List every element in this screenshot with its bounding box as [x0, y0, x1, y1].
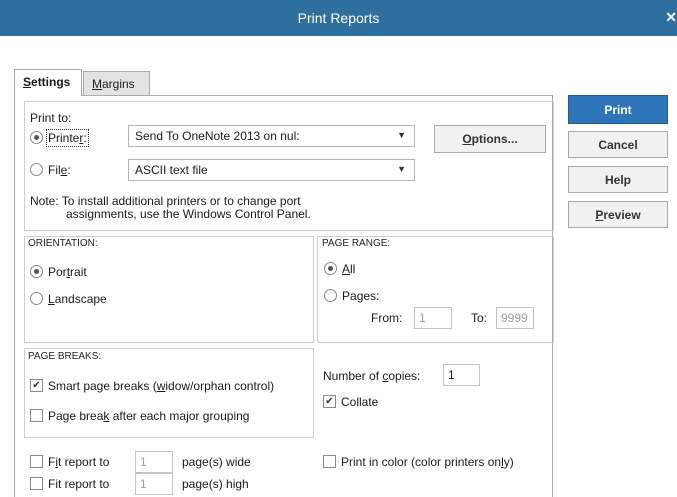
smart-breaks-label: Smart page breaks (widow/orphan control)	[48, 379, 274, 393]
file-select[interactable]: ASCII text file ▼	[128, 159, 415, 181]
portrait-radio[interactable]	[30, 265, 43, 278]
print-color-checkbox[interactable]	[323, 455, 336, 468]
landscape-label: Landscape	[48, 292, 107, 306]
file-label-post: :	[67, 163, 71, 177]
preview-button[interactable]: Preview	[568, 201, 668, 228]
file-select-value: ASCII text file	[135, 163, 208, 177]
preview-rest: review	[603, 207, 641, 222]
cancel-button[interactable]: Cancel	[568, 131, 668, 158]
help-button[interactable]: Help	[568, 166, 668, 193]
landscape-label-post: andscape	[54, 292, 107, 306]
orientation-title: ORIENTATION:	[28, 238, 98, 249]
note-line-1: Note: To install additional printers or …	[30, 194, 301, 208]
page-range-title: PAGE RANGE:	[322, 238, 391, 249]
major-grouping-label: Page break after each major grouping	[48, 409, 249, 423]
fit-wide-label: Fit report to	[48, 455, 109, 469]
smart-breaks-post: idow/orphan control)	[165, 379, 275, 393]
printer-label: Printer:	[46, 129, 89, 147]
printer-label-pre: Printe	[48, 131, 80, 145]
options-rest: ptions...	[471, 132, 518, 146]
portrait-radio-dot	[34, 269, 39, 274]
printer-select[interactable]: Send To OneNote 2013 on nul: ▼	[128, 125, 415, 147]
from-label: From:	[371, 311, 403, 325]
tab-margins[interactable]: Margins	[83, 71, 150, 95]
portrait-label-post: rait	[70, 265, 87, 279]
all-pages-label: All	[342, 262, 355, 276]
fit-high-input[interactable]: 1	[135, 473, 173, 495]
preview-mnemonic: P	[595, 207, 604, 222]
pages-label: Pages:	[342, 289, 379, 303]
tab-settings-rest: ettings	[31, 75, 71, 89]
collate-checkbox[interactable]: ✔	[323, 395, 336, 408]
fit-wide-input[interactable]: 1	[135, 451, 173, 473]
print-color-pre: Print in color (color printers on	[341, 455, 502, 469]
fit-wide-checkbox[interactable]	[30, 455, 43, 468]
portrait-label: Portrait	[48, 265, 87, 279]
file-label: File:	[48, 163, 71, 177]
print-color-post: y)	[503, 455, 514, 469]
close-icon[interactable]: ✕	[665, 9, 677, 26]
copies-post: opies:	[388, 369, 421, 383]
print-button[interactable]: Print	[568, 95, 668, 124]
collate-label: Collate	[341, 395, 379, 409]
copies-pre: Number of	[323, 369, 383, 383]
major-grouping-pre: Page brea	[48, 409, 104, 423]
pages-radio[interactable]	[324, 289, 337, 302]
title-bar: Print Reports	[0, 0, 677, 36]
checkmark-icon: ✔	[32, 379, 41, 391]
major-grouping-post: after each major grouping	[109, 409, 250, 423]
fit-wide-post: t report to	[58, 455, 110, 469]
tab-settings[interactable]: Settings	[14, 69, 82, 96]
fit-high-suffix: page(s) high	[182, 477, 249, 491]
file-radio[interactable]	[30, 163, 43, 176]
fit-high-label: Fit report to	[48, 477, 110, 491]
landscape-radio[interactable]	[30, 292, 43, 305]
copies-input[interactable]: 1	[443, 364, 480, 386]
file-label-pre: Fil	[48, 163, 61, 177]
smart-breaks-checkbox[interactable]: ✔	[30, 379, 43, 392]
chevron-down-icon: ▼	[397, 130, 406, 140]
all-pages-post: ll	[350, 262, 356, 276]
orientation-group	[24, 236, 314, 343]
page-breaks-title: PAGE BREAKS:	[28, 351, 102, 362]
all-pages-radio-dot	[328, 266, 333, 271]
options-mnemonic: O	[462, 132, 472, 146]
all-pages-radio[interactable]	[324, 262, 337, 275]
fit-wide-suffix: page(s) wide	[182, 455, 251, 469]
smart-breaks-pre: Smart page breaks (	[48, 379, 157, 393]
window-title: Print Reports	[297, 10, 380, 26]
copies-label: Number of copies:	[323, 369, 420, 383]
from-input[interactable]: 1	[414, 307, 452, 329]
chevron-down-icon: ▼	[397, 164, 406, 174]
major-grouping-checkbox[interactable]	[30, 409, 43, 422]
tab-settings-mnemonic: S	[23, 75, 32, 89]
pages-label-pre: Pa	[342, 289, 357, 303]
pages-label-post: es:	[363, 289, 380, 303]
to-label: To:	[471, 311, 488, 325]
print-to-label: Print to:	[30, 111, 72, 125]
tab-margins-rest: argins	[102, 77, 135, 91]
options-button[interactable]: Options...	[434, 125, 546, 153]
all-pages-mnemonic: A	[342, 262, 351, 276]
checkmark-icon: ✔	[325, 395, 334, 407]
fit-high-checkbox[interactable]	[30, 477, 43, 490]
to-input[interactable]: 9999	[496, 307, 534, 329]
tab-margins-mnemonic: M	[92, 77, 102, 91]
printer-radio-dot	[34, 135, 39, 140]
landscape-label-mnemonic: L	[48, 292, 55, 306]
printer-select-value: Send To OneNote 2013 on nul:	[135, 129, 300, 143]
note-line-2: assignments, use the Windows Control Pan…	[66, 207, 311, 221]
printer-label-post: :	[83, 131, 87, 145]
printer-radio[interactable]	[30, 131, 43, 144]
print-color-label: Print in color (color printers only)	[341, 455, 514, 469]
portrait-label-pre: Por	[48, 265, 67, 279]
